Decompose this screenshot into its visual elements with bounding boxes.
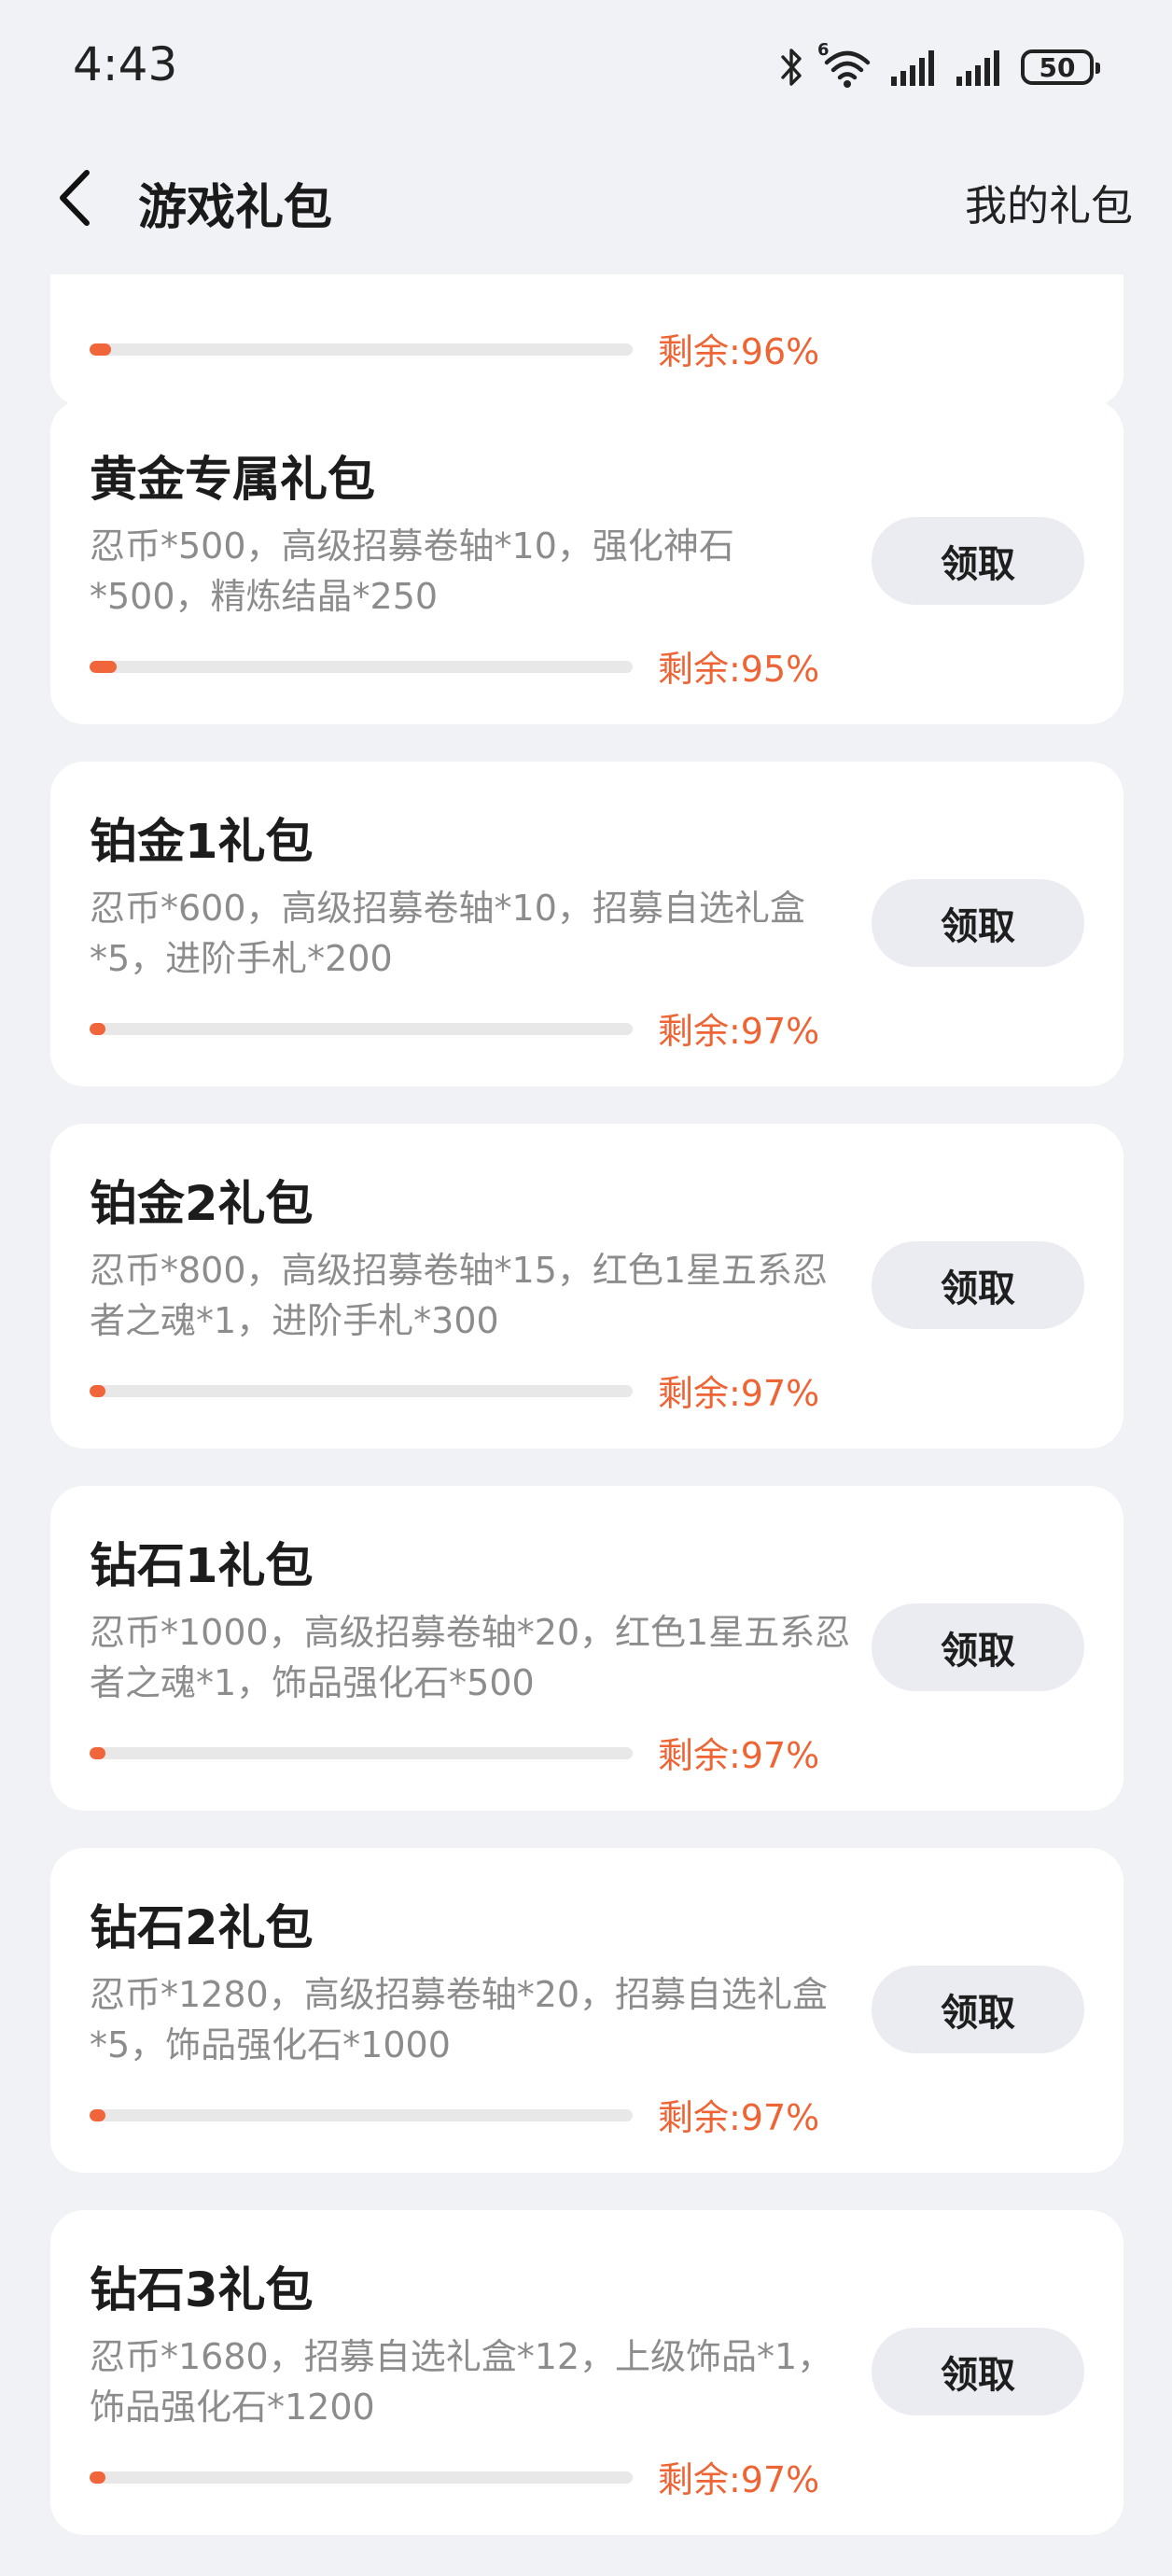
gift-card: 钻石1礼包 忍币*1000，高级招募卷轴*20，红色1星五系忍者之魂*1，饰品强… — [50, 1486, 1123, 1811]
claim-button[interactable]: 领取 — [872, 1603, 1084, 1691]
progress-fill — [90, 1747, 106, 1759]
gift-list[interactable]: 剩余:96% 黄金专属礼包 忍币*500，高级招募卷轴*10，强化神石*500，… — [0, 274, 1172, 2576]
gift-card: 铂金2礼包 忍币*800，高级招募卷轴*15，红色1星五系忍者之魂*1，进阶手札… — [50, 1124, 1123, 1449]
progress-fill — [90, 1385, 106, 1397]
back-button[interactable] — [41, 162, 106, 237]
signal-icon — [956, 49, 1004, 86]
claim-button[interactable]: 领取 — [872, 1966, 1084, 2053]
battery-level: 50 — [1039, 51, 1076, 83]
status-bar: 4:43 6 50 — [0, 0, 1172, 136]
status-time: 4:43 — [73, 37, 178, 91]
gift-description: 忍币*600，高级招募卷轴*10，招募自选礼盒*5，进阶手札*200 — [90, 888, 805, 979]
gift-description: 忍币*1680，招募自选礼盒*12，上级饰品*1，饰品强化石*1200 — [90, 2336, 833, 2428]
progress-bar — [90, 2109, 633, 2121]
gift-title: 钻石1礼包 — [90, 1539, 314, 1594]
gift-description: 忍币*1280，高级招募卷轴*20，招募自选礼盒*5，饰品强化石*1000 — [90, 1974, 829, 2065]
bluetooth-icon — [780, 46, 804, 89]
network-badge: 6 — [817, 40, 830, 60]
progress-bar — [90, 1747, 633, 1759]
progress-fill — [90, 2109, 106, 2121]
my-gifts-link[interactable]: 我的礼包 — [965, 172, 1133, 232]
gift-title: 铂金1礼包 — [90, 815, 314, 870]
gift-title: 铂金2礼包 — [90, 1177, 314, 1232]
nav-bar: 游戏礼包 我的礼包 — [0, 136, 1172, 258]
gift-card: 铂金1礼包 忍币*600，高级招募卷轴*10，招募自选礼盒*5，进阶手札*200… — [50, 762, 1123, 1086]
battery-icon: 50 — [1021, 49, 1100, 85]
gift-title: 黄金专属礼包 — [90, 453, 376, 508]
remaining-percent: 剩余:95% — [658, 649, 820, 690]
gift-card: 钻石2礼包 忍币*1280，高级招募卷轴*20，招募自选礼盒*5，饰品强化石*1… — [50, 1848, 1123, 2173]
gift-title: 钻石2礼包 — [90, 1901, 314, 1956]
remaining-percent: 剩余:97% — [658, 2459, 820, 2500]
chevron-left-icon — [55, 169, 92, 231]
gift-description: 忍币*1000，高级招募卷轴*20，红色1星五系忍者之魂*1，饰品强化石*500 — [90, 1612, 851, 1703]
signal-icon — [890, 49, 939, 86]
gift-title: 钻石3礼包 — [90, 2263, 314, 2318]
remaining-percent: 剩余:97% — [658, 1011, 820, 1052]
progress-bar — [90, 1023, 633, 1035]
remaining-percent: 剩余:97% — [658, 1735, 820, 1776]
gift-card: 剩余:96% — [50, 274, 1123, 407]
progress-fill — [90, 1023, 106, 1035]
progress-fill — [90, 2471, 106, 2484]
gift-card: 黄金专属礼包 忍币*500，高级招募卷轴*10，强化神石*500，精炼结晶*25… — [50, 399, 1123, 724]
claim-button[interactable]: 领取 — [872, 517, 1084, 605]
claim-button[interactable]: 领取 — [872, 2328, 1084, 2415]
gift-description: 忍币*800，高级招募卷轴*15，红色1星五系忍者之魂*1，进阶手札*300 — [90, 1250, 829, 1341]
gift-card: 钻石3礼包 忍币*1680，招募自选礼盒*12，上级饰品*1，饰品强化石*120… — [50, 2210, 1123, 2535]
progress-fill — [90, 343, 112, 356]
remaining-percent: 剩余:97% — [658, 2097, 820, 2138]
page-title: 游戏礼包 — [138, 180, 333, 236]
claim-button[interactable]: 领取 — [872, 879, 1084, 967]
progress-fill — [90, 661, 118, 673]
remaining-percent: 剩余:97% — [658, 1373, 820, 1414]
progress-bar — [90, 2471, 633, 2484]
progress-bar — [90, 343, 633, 356]
claim-button[interactable]: 领取 — [872, 1241, 1084, 1329]
remaining-percent: 剩余:96% — [658, 331, 820, 372]
progress-bar — [90, 661, 633, 673]
progress-bar — [90, 1385, 633, 1397]
wifi-icon: 6 — [817, 40, 873, 89]
status-icons: 6 50 — [780, 40, 1100, 93]
gift-description: 忍币*500，高级招募卷轴*10，强化神石*500，精炼结晶*250 — [90, 525, 734, 617]
